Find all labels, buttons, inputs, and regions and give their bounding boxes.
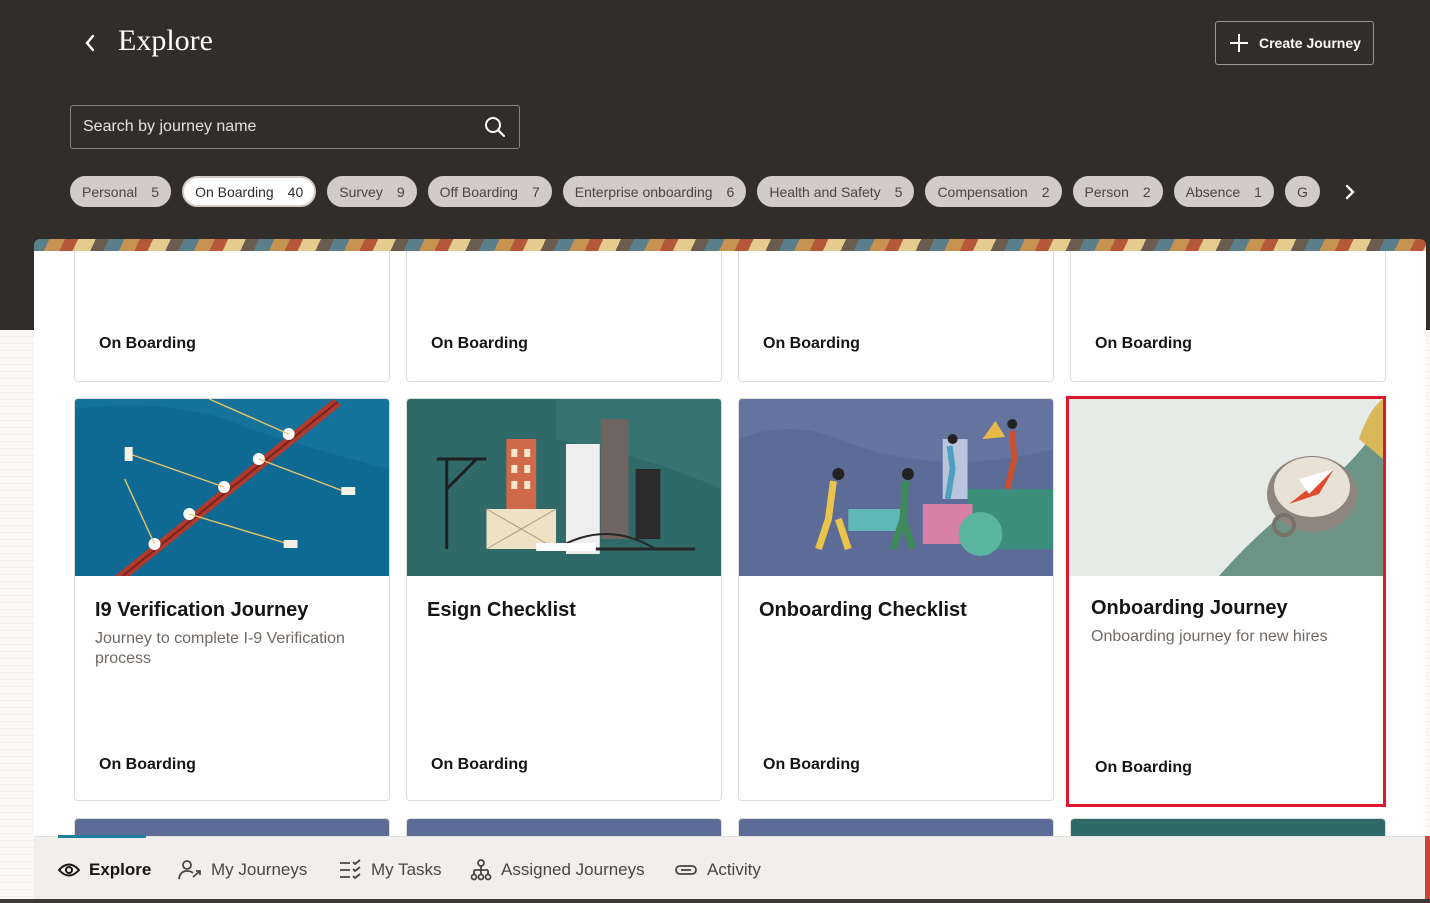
card-category: On Boarding xyxy=(431,335,528,352)
rowing-boat-illustration xyxy=(75,399,389,576)
search-input[interactable] xyxy=(71,106,471,148)
link-icon xyxy=(675,865,697,875)
journey-card-onboarding-journey[interactable]: Onboarding Journey Onboarding journey fo… xyxy=(1066,396,1386,807)
card-title: I9 Verification Journey xyxy=(95,599,309,621)
nav-label: Assigned Journeys xyxy=(501,860,645,879)
card-title: Esign Checklist xyxy=(427,599,576,621)
eye-icon xyxy=(58,863,80,877)
card-description: Journey to complete I-9 Verification pro… xyxy=(95,630,345,667)
bottom-edge xyxy=(0,899,1430,903)
nav-activity[interactable]: Activity xyxy=(674,837,761,903)
right-accent-bar xyxy=(1425,836,1430,900)
chevron-right-icon xyxy=(1345,184,1355,200)
card-category: On Boarding xyxy=(431,756,528,773)
journey-card[interactable] xyxy=(738,818,1054,836)
journey-card[interactable] xyxy=(1070,818,1386,836)
card-category: On Boarding xyxy=(1095,759,1192,776)
nav-my-journeys[interactable]: My Journeys xyxy=(178,837,307,903)
card-description: Onboarding journey for new hires xyxy=(1091,628,1328,645)
journey-card-esign-checklist[interactable]: Esign Checklist On Boarding xyxy=(406,398,722,801)
journey-card[interactable]: On Boarding xyxy=(74,251,390,382)
create-journey-button[interactable]: Create Journey xyxy=(1215,21,1374,65)
journey-grid: On Boarding On Boarding On Boarding On B… xyxy=(34,251,1426,836)
journey-card-onboarding-checklist[interactable]: Onboarding Checklist On Boarding xyxy=(738,398,1054,801)
journey-card[interactable] xyxy=(406,818,722,836)
journey-card[interactable] xyxy=(74,818,390,836)
org-chart-icon xyxy=(470,859,492,881)
nav-assigned-journeys[interactable]: Assigned Journeys xyxy=(470,837,645,903)
chips-next-button[interactable] xyxy=(1336,177,1364,207)
person-route-icon xyxy=(178,860,201,880)
page-title: Explore xyxy=(118,24,213,57)
create-journey-label: Create Journey xyxy=(1259,35,1361,51)
chip-compensation[interactable]: Compensation 2 xyxy=(925,176,1062,207)
chip-absence[interactable]: Absence 1 xyxy=(1173,176,1274,207)
card-category: On Boarding xyxy=(1095,335,1192,352)
card-title: Onboarding Journey xyxy=(1091,597,1288,619)
card-category: On Boarding xyxy=(763,335,860,352)
nav-label: My Tasks xyxy=(371,860,442,879)
chip-off-boarding[interactable]: Off Boarding 7 xyxy=(427,176,552,207)
journey-card[interactable]: On Boarding xyxy=(1070,251,1386,382)
nav-explore[interactable]: Explore xyxy=(58,837,151,903)
nav-label: Activity xyxy=(707,860,761,879)
card-category: On Boarding xyxy=(99,756,196,773)
team-building-illustration xyxy=(739,399,1053,576)
chip-truncated[interactable]: G xyxy=(1284,176,1320,207)
city-skyline-illustration xyxy=(407,399,721,576)
plus-icon xyxy=(1230,34,1248,52)
compass-illustration xyxy=(1069,399,1383,576)
card-title: Onboarding Checklist xyxy=(759,599,967,621)
checklist-icon xyxy=(340,859,361,880)
decorative-pattern-strip xyxy=(34,239,1426,251)
card-category: On Boarding xyxy=(99,335,196,352)
card-category: On Boarding xyxy=(763,756,860,773)
back-button[interactable] xyxy=(76,28,104,58)
chip-person[interactable]: Person 2 xyxy=(1072,176,1163,207)
chip-health-and-safety[interactable]: Health and Safety 5 xyxy=(757,176,915,207)
chip-personal[interactable]: Personal 5 xyxy=(70,176,172,207)
journey-card-i9-verification[interactable]: I9 Verification Journey Journey to compl… xyxy=(74,398,390,801)
search-button[interactable] xyxy=(471,106,519,148)
search-box xyxy=(70,105,520,149)
chip-enterprise-onboarding[interactable]: Enterprise onboarding 6 xyxy=(562,176,747,207)
nav-label: Explore xyxy=(89,860,152,879)
chip-survey[interactable]: Survey 9 xyxy=(327,176,417,207)
nav-my-tasks[interactable]: My Tasks xyxy=(338,837,442,903)
nav-label: My Journeys xyxy=(211,860,308,879)
journey-card[interactable]: On Boarding xyxy=(738,251,1054,382)
chevron-left-icon xyxy=(85,34,95,52)
search-icon xyxy=(485,117,506,138)
category-chips: Personal 5 On Boarding 40 Survey 9 Off Boardin… xyxy=(70,176,1324,208)
chip-on-boarding[interactable]: On Boarding 40 xyxy=(182,176,317,207)
journey-card[interactable]: On Boarding xyxy=(406,251,722,382)
bottom-navigation: Explore My Journeys My Tasks Assigned Jo… xyxy=(34,835,1426,903)
